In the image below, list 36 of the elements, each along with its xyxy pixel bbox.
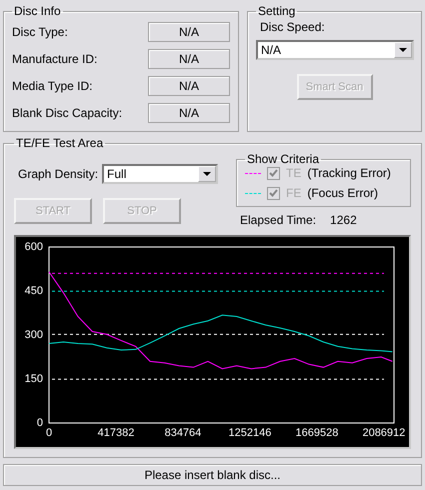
y-tick-label: 450 <box>24 284 43 297</box>
x-tick-label: 1669528 <box>295 427 338 439</box>
status-bar: Please insert blank disc... <box>3 464 422 486</box>
y-tick-label: 0 <box>36 416 43 429</box>
readonly-field: N/A <box>148 103 230 123</box>
elapsed-value: 1262 <box>330 213 357 227</box>
readonly-field: N/A <box>148 22 230 42</box>
criteria-label: TE <box>286 166 302 180</box>
readonly-field: N/A <box>148 76 230 96</box>
field-label: Blank Disc Capacity: <box>12 106 124 120</box>
y-tick-label: 300 <box>24 328 43 341</box>
dropdown-arrow-icon <box>203 172 212 176</box>
disc-speed-dropdown[interactable]: N/A <box>256 40 414 60</box>
group-title: Show Criteria <box>246 152 320 166</box>
x-tick-label: 2086912 <box>362 427 405 439</box>
criteria-description: (Tracking Error) <box>307 166 391 180</box>
readonly-field: N/A <box>148 49 230 69</box>
field-label: Graph Density: <box>18 167 98 181</box>
field-label: Disc Type: <box>12 25 69 39</box>
criteria-description: (Focus Error) <box>307 186 378 200</box>
field-label: Media Type ID: <box>12 79 94 93</box>
criteria-label: FE <box>286 186 302 200</box>
group-title: Setting <box>257 4 296 18</box>
graph-density-dropdown[interactable]: Full <box>102 164 218 184</box>
x-tick-label: 1252146 <box>228 427 272 439</box>
x-tick-label: 834764 <box>164 427 202 439</box>
y-tick-label: 150 <box>24 372 43 385</box>
x-tick-label: 417382 <box>98 427 134 439</box>
field-label: Disc Speed: <box>259 20 326 34</box>
y-tick-label: 600 <box>24 240 43 253</box>
field-label: Elapsed Time: <box>240 213 316 227</box>
field-label: Manufacture ID: <box>12 52 98 66</box>
dropdown-arrow-icon <box>399 48 407 52</box>
group-title: TE/FE Test Area <box>15 136 104 150</box>
x-tick-label: 0 <box>46 427 52 439</box>
group-title: Disc Info <box>13 4 62 18</box>
